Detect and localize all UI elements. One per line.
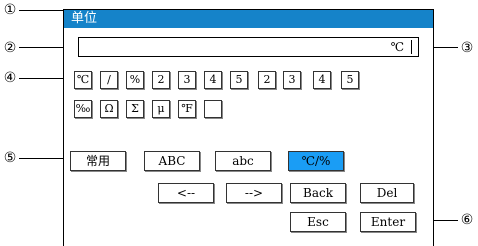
- key-fahrenheit[interactable]: ℉: [178, 100, 196, 118]
- esc-button[interactable]: Esc: [290, 212, 346, 232]
- key-ohm[interactable]: Ω: [100, 100, 118, 118]
- callout-1-leader: [19, 10, 63, 11]
- callout-5: ⑤: [3, 150, 17, 166]
- key-sigma[interactable]: Σ: [126, 100, 144, 118]
- key-percent[interactable]: %: [126, 71, 144, 89]
- unit-input-field[interactable]: ℃: [78, 37, 419, 57]
- callout-4: ④: [3, 70, 17, 86]
- key-superscript-2[interactable]: 2: [152, 71, 170, 89]
- key-celsius[interactable]: ℃: [74, 71, 92, 89]
- key-subscript-3[interactable]: 3: [283, 71, 301, 89]
- key-superscript-3[interactable]: 3: [178, 71, 196, 89]
- mode-uppercase-button[interactable]: ABC: [144, 151, 200, 171]
- key-superscript-4[interactable]: 4: [204, 71, 222, 89]
- backspace-button[interactable]: Back: [290, 183, 346, 203]
- text-cursor: [411, 40, 412, 54]
- callout-3: ③: [460, 40, 474, 56]
- key-subscript-4[interactable]: 4: [313, 71, 331, 89]
- key-superscript-5[interactable]: 5: [230, 71, 248, 89]
- enter-button[interactable]: Enter: [360, 212, 416, 232]
- mode-unit-button[interactable]: ℃/%: [288, 151, 344, 171]
- key-subscript-5[interactable]: 5: [341, 71, 359, 89]
- delete-button[interactable]: Del: [360, 183, 414, 203]
- mode-lowercase-button[interactable]: abc: [215, 151, 271, 171]
- key-slash[interactable]: /: [100, 71, 118, 89]
- cursor-left-button[interactable]: <--: [158, 183, 214, 203]
- callout-2: ②: [3, 40, 17, 56]
- callout-1: ①: [3, 2, 17, 18]
- key-blank[interactable]: [204, 100, 222, 118]
- dialog-title: 单位: [64, 10, 433, 28]
- key-mu[interactable]: μ: [152, 100, 170, 118]
- cursor-right-button[interactable]: -->: [226, 183, 282, 203]
- callout-6: ⑥: [460, 212, 474, 228]
- unit-input-dialog: 单位 ℃ ℃ / % 2 3 4 5 2 3 4 5 ‰ Ω Σ μ ℉ 常用 …: [63, 9, 434, 246]
- key-subscript-2[interactable]: 2: [258, 71, 276, 89]
- unit-input-value: ℃: [390, 40, 404, 54]
- mode-common-button[interactable]: 常用: [70, 151, 126, 171]
- key-permille[interactable]: ‰: [74, 100, 92, 118]
